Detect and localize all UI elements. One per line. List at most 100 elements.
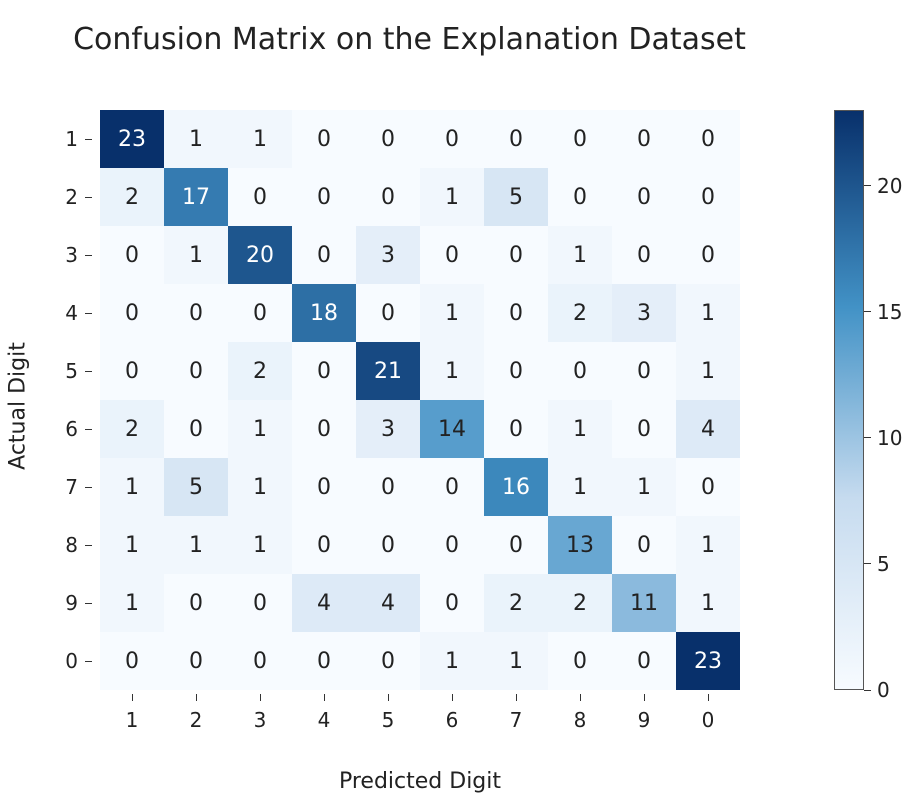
heatmap-cell: 3 xyxy=(356,400,420,458)
heatmap-cell: 0 xyxy=(292,632,356,690)
heatmap-cell: 0 xyxy=(292,168,356,226)
colorbar-tick: 15 xyxy=(864,300,902,324)
heatmap-cell: 2 xyxy=(548,574,612,632)
heatmap-cell: 1 xyxy=(676,574,740,632)
x-tick: 4 xyxy=(292,694,356,734)
heatmap-cell: 0 xyxy=(612,226,676,284)
heatmap-cell: 17 xyxy=(164,168,228,226)
heatmap-plot-area: 2311000000021700015000012003001000001801… xyxy=(100,110,740,690)
colorbar-tick: 10 xyxy=(864,426,902,450)
x-tick: 0 xyxy=(676,694,740,734)
heatmap-cell: 2 xyxy=(548,284,612,342)
heatmap-cell: 0 xyxy=(548,632,612,690)
heatmap-cell: 16 xyxy=(484,458,548,516)
heatmap-cell: 0 xyxy=(484,110,548,168)
heatmap-cell: 21 xyxy=(356,342,420,400)
colorbar-ticks: 05101520 xyxy=(864,110,919,690)
y-tick: 9 xyxy=(0,574,100,632)
heatmap-cell: 0 xyxy=(356,458,420,516)
heatmap-cell: 23 xyxy=(100,110,164,168)
heatmap-grid: 2311000000021700015000012003001000001801… xyxy=(100,110,740,690)
heatmap-cell: 0 xyxy=(100,284,164,342)
x-tick: 2 xyxy=(164,694,228,734)
heatmap-cell: 0 xyxy=(228,632,292,690)
heatmap-cell: 14 xyxy=(420,400,484,458)
heatmap-cell: 0 xyxy=(356,110,420,168)
colorbar-tick: 5 xyxy=(864,552,890,576)
heatmap-cell: 1 xyxy=(676,342,740,400)
heatmap-cell: 1 xyxy=(100,458,164,516)
heatmap-cell: 0 xyxy=(292,110,356,168)
y-tick: 1 xyxy=(0,110,100,168)
heatmap-cell: 1 xyxy=(164,516,228,574)
heatmap-cell: 0 xyxy=(612,110,676,168)
heatmap-cell: 13 xyxy=(548,516,612,574)
chart-title: Confusion Matrix on the Explanation Data… xyxy=(0,22,819,57)
y-tick: 2 xyxy=(0,168,100,226)
heatmap-cell: 1 xyxy=(420,632,484,690)
heatmap-cell: 0 xyxy=(612,168,676,226)
heatmap-cell: 0 xyxy=(420,574,484,632)
heatmap-cell: 3 xyxy=(612,284,676,342)
heatmap-cell: 1 xyxy=(676,284,740,342)
y-tick: 7 xyxy=(0,458,100,516)
heatmap-cell: 0 xyxy=(612,400,676,458)
heatmap-cell: 0 xyxy=(164,574,228,632)
colorbar-tick: 0 xyxy=(864,678,890,702)
heatmap-cell: 1 xyxy=(548,226,612,284)
heatmap-cell: 5 xyxy=(164,458,228,516)
heatmap-cell: 1 xyxy=(420,342,484,400)
colorbar: 05101520 xyxy=(834,110,864,690)
heatmap-cell: 0 xyxy=(164,342,228,400)
heatmap-cell: 1 xyxy=(100,516,164,574)
x-tick: 7 xyxy=(484,694,548,734)
heatmap-cell: 0 xyxy=(612,516,676,574)
heatmap-cell: 0 xyxy=(356,168,420,226)
heatmap-cell: 0 xyxy=(228,284,292,342)
heatmap-cell: 23 xyxy=(676,632,740,690)
heatmap-cell: 0 xyxy=(356,632,420,690)
heatmap-cell: 0 xyxy=(484,284,548,342)
y-tick: 5 xyxy=(0,342,100,400)
heatmap-cell: 0 xyxy=(548,342,612,400)
heatmap-cell: 5 xyxy=(484,168,548,226)
heatmap-cell: 1 xyxy=(548,458,612,516)
x-tick: 3 xyxy=(228,694,292,734)
y-tick: 6 xyxy=(0,400,100,458)
x-axis-label: Predicted Digit xyxy=(100,769,740,794)
heatmap-cell: 0 xyxy=(676,110,740,168)
heatmap-cell: 0 xyxy=(100,342,164,400)
x-tick: 8 xyxy=(548,694,612,734)
heatmap-cell: 0 xyxy=(484,342,548,400)
heatmap-cell: 0 xyxy=(356,284,420,342)
heatmap-cell: 0 xyxy=(676,168,740,226)
heatmap-cell: 20 xyxy=(228,226,292,284)
heatmap-cell: 0 xyxy=(356,516,420,574)
heatmap-cell: 0 xyxy=(548,168,612,226)
heatmap-cell: 0 xyxy=(292,226,356,284)
heatmap-cell: 1 xyxy=(228,458,292,516)
heatmap-cell: 0 xyxy=(420,516,484,574)
heatmap-cell: 18 xyxy=(292,284,356,342)
x-tick: 6 xyxy=(420,694,484,734)
heatmap-cell: 0 xyxy=(100,226,164,284)
heatmap-cell: 1 xyxy=(676,516,740,574)
heatmap-cell: 1 xyxy=(100,574,164,632)
heatmap-cell: 0 xyxy=(164,284,228,342)
y-axis-ticks: 1234567890 xyxy=(0,110,100,690)
heatmap-cell: 1 xyxy=(484,632,548,690)
heatmap-cell: 0 xyxy=(420,458,484,516)
y-tick: 8 xyxy=(0,516,100,574)
heatmap-cell: 1 xyxy=(612,458,676,516)
heatmap-cell: 0 xyxy=(292,342,356,400)
heatmap-cell: 4 xyxy=(676,400,740,458)
heatmap-cell: 2 xyxy=(100,400,164,458)
heatmap-cell: 0 xyxy=(164,400,228,458)
heatmap-cell: 2 xyxy=(100,168,164,226)
x-tick: 1 xyxy=(100,694,164,734)
heatmap-cell: 11 xyxy=(612,574,676,632)
colorbar-tick: 20 xyxy=(864,174,902,198)
heatmap-cell: 4 xyxy=(292,574,356,632)
heatmap-cell: 0 xyxy=(612,342,676,400)
x-tick: 9 xyxy=(612,694,676,734)
